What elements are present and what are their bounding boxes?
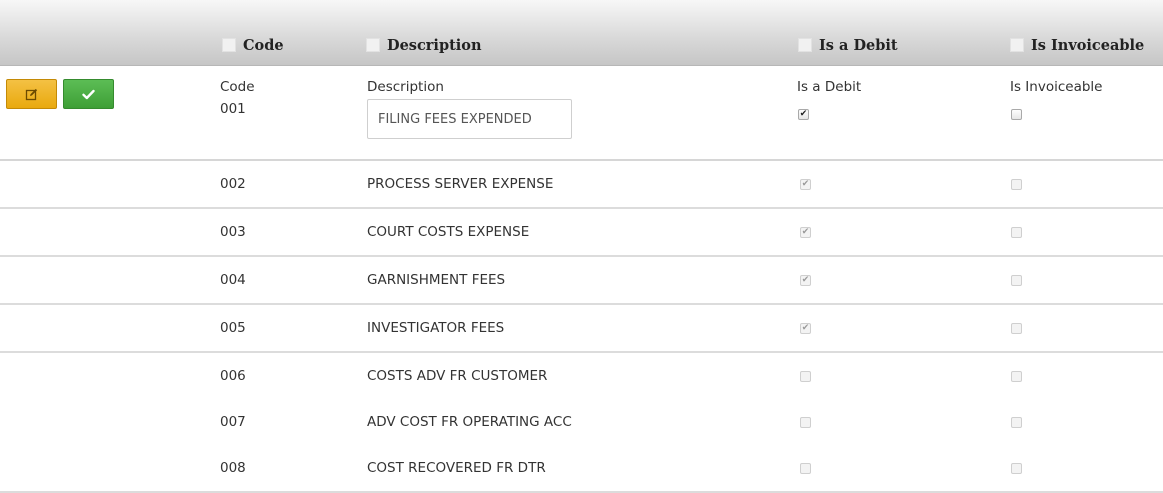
column-select-box[interactable]	[222, 38, 236, 52]
is-invoiceable-checkbox	[1011, 417, 1022, 428]
is-debit-checkbox: ✔	[800, 275, 811, 286]
code-cell: 002	[220, 176, 246, 192]
code-label: Code	[220, 79, 255, 95]
column-header-label: Code	[243, 36, 284, 54]
column-header-label: Description	[387, 36, 482, 54]
column-select-box[interactable]	[798, 38, 812, 52]
save-button[interactable]	[63, 79, 114, 109]
is-debit-checkbox	[800, 417, 811, 428]
table-row[interactable]: 002 PROCESS SERVER EXPENSE ✔	[0, 161, 1163, 209]
is-invoiceable-label: Is Invoiceable	[1010, 79, 1103, 95]
is-debit-label: Is a Debit	[797, 79, 862, 95]
column-header-code[interactable]: Code	[222, 36, 284, 54]
column-select-box[interactable]	[1010, 38, 1024, 52]
table-row[interactable]: 008 COST RECOVERED FR DTR	[0, 445, 1163, 493]
code-cell: 004	[220, 272, 246, 288]
is-invoiceable-checkbox	[1011, 463, 1022, 474]
code-cell: 003	[220, 224, 246, 240]
is-invoiceable-checkbox	[1011, 371, 1022, 382]
is-debit-checkbox: ✔	[800, 179, 811, 190]
column-select-box[interactable]	[366, 38, 380, 52]
is-invoiceable-checkbox	[1011, 275, 1022, 286]
column-header-description[interactable]: Description	[366, 36, 482, 54]
description-cell: COURT COSTS EXPENSE	[367, 224, 530, 240]
column-header-label: Is a Debit	[819, 36, 898, 54]
code-cell: 008	[220, 460, 246, 476]
description-input[interactable]	[367, 99, 572, 139]
table-row[interactable]: 003 COURT COSTS EXPENSE ✔	[0, 209, 1163, 257]
table-row[interactable]: 006 COSTS ADV FR CUSTOMER	[0, 353, 1163, 401]
code-value: 001	[220, 101, 246, 117]
checkmark-icon	[82, 89, 95, 99]
code-cell: 007	[220, 414, 246, 430]
description-cell: ADV COST FR OPERATING ACC	[367, 414, 572, 430]
column-header-is-debit[interactable]: Is a Debit	[798, 36, 898, 54]
description-cell: PROCESS SERVER EXPENSE	[367, 176, 554, 192]
is-invoiceable-checkbox	[1011, 179, 1022, 190]
code-cell: 006	[220, 368, 246, 384]
description-label: Description	[367, 79, 444, 95]
is-debit-checkbox[interactable]: ✔	[798, 109, 809, 120]
description-cell: INVESTIGATOR FEES	[367, 320, 505, 336]
is-debit-checkbox	[800, 371, 811, 382]
is-invoiceable-checkbox[interactable]	[1011, 109, 1022, 120]
table-row[interactable]: 005 INVESTIGATOR FEES ✔	[0, 305, 1163, 353]
edit-icon	[25, 88, 38, 100]
is-debit-checkbox: ✔	[800, 227, 811, 238]
description-cell: COST RECOVERED FR DTR	[367, 460, 546, 476]
is-invoiceable-checkbox	[1011, 323, 1022, 334]
grid-header: Code Description Is a Debit Is Invoiceab…	[0, 0, 1163, 66]
description-cell: COSTS ADV FR CUSTOMER	[367, 368, 548, 384]
column-header-is-invoiceable[interactable]: Is Invoiceable	[1010, 36, 1144, 54]
is-debit-checkbox: ✔	[800, 323, 811, 334]
codes-grid: Code Description Is a Debit Is Invoiceab…	[0, 0, 1163, 493]
is-debit-checkbox	[800, 463, 811, 474]
description-cell: GARNISHMENT FEES	[367, 272, 506, 288]
table-row[interactable]: 007 ADV COST FR OPERATING ACC	[0, 399, 1163, 447]
edit-row: Code 001 Description Is a Debit ✔ Is Inv…	[0, 66, 1163, 161]
table-row[interactable]: 004 GARNISHMENT FEES ✔	[0, 257, 1163, 305]
column-header-label: Is Invoiceable	[1031, 36, 1145, 54]
code-cell: 005	[220, 320, 246, 336]
edit-button[interactable]	[6, 79, 57, 109]
is-invoiceable-checkbox	[1011, 227, 1022, 238]
